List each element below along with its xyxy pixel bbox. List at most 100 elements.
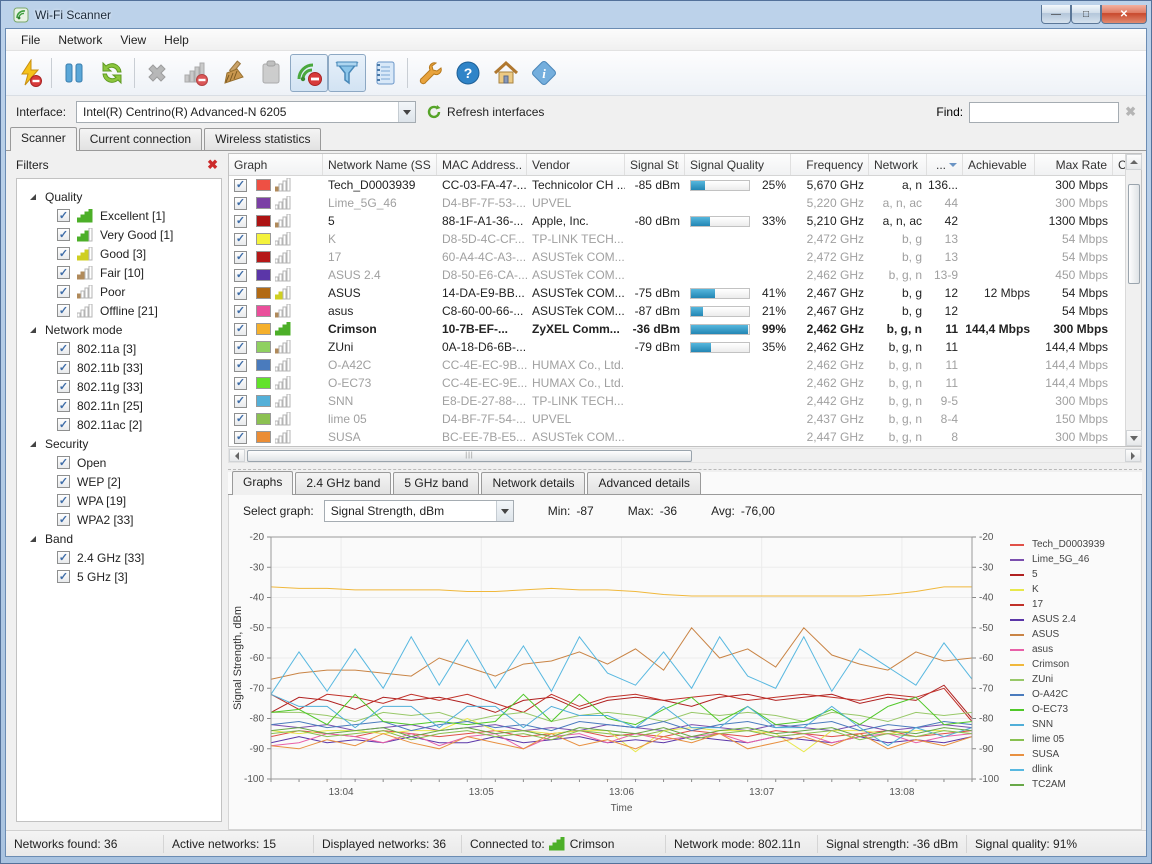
filter-item-wpa2-33-[interactable]: ✓WPA2 [33] — [21, 510, 217, 529]
minimize-button[interactable]: — — [1041, 5, 1071, 24]
tab-scanner[interactable]: Scanner — [10, 127, 77, 151]
filter-group-quality[interactable]: Quality — [21, 187, 217, 206]
checkbox[interactable]: ✓ — [57, 228, 70, 241]
tab-current-connection[interactable]: Current connection — [79, 128, 202, 150]
checkbox[interactable]: ✓ — [57, 570, 70, 583]
row-checkbox[interactable]: ✓ — [234, 233, 247, 246]
table-row-asus-2-4[interactable]: ✓ASUS 2.4D8-50-E6-CA-...ASUSTek COM...2,… — [229, 266, 1125, 284]
checkbox[interactable]: ✓ — [57, 551, 70, 564]
column-header-signal-quality[interactable]: Signal Quality — [685, 154, 791, 175]
legend-item-crimson[interactable]: Crimson — [1004, 657, 1134, 672]
filter-item-802.11g-33-[interactable]: ✓802.11g [33] — [21, 377, 217, 396]
table-row-snn[interactable]: ✓SNNE8-DE-27-88-...TP-LINK TECH...2,442 … — [229, 392, 1125, 410]
legend-item-k[interactable]: K — [1004, 582, 1134, 597]
checkbox[interactable]: ✓ — [57, 342, 70, 355]
chevron-down-icon[interactable] — [496, 501, 513, 521]
table-row-tech-d0003939[interactable]: ✓Tech_D0003939CC-03-FA-47-...Technicolor… — [229, 176, 1125, 194]
row-checkbox[interactable]: ✓ — [234, 431, 247, 444]
checkbox[interactable]: ✓ — [57, 456, 70, 469]
report-icon[interactable] — [366, 54, 404, 92]
column-header-chann-[interactable]: Chann... — [1113, 154, 1125, 175]
checkbox[interactable]: ✓ — [57, 266, 70, 279]
legend-item-lime-05[interactable]: lime 05 — [1004, 732, 1134, 747]
menu-item-network[interactable]: Network — [49, 30, 111, 50]
about-icon[interactable]: i — [525, 54, 563, 92]
table-row-o-ec73[interactable]: ✓O-EC73CC-4E-EC-9E...HUMAX Co., Ltd.2,46… — [229, 374, 1125, 392]
graph-type-select[interactable]: Signal Strength, dBm — [324, 500, 514, 522]
filter-item-2.4-ghz-33-[interactable]: ✓2.4 GHz [33] — [21, 548, 217, 567]
settings-icon[interactable] — [411, 54, 449, 92]
title-bar[interactable]: Wi-Fi Scanner — □ ✕ — [5, 1, 1147, 28]
tab-5-ghz-band[interactable]: 5 GHz band — [393, 472, 479, 494]
row-checkbox[interactable]: ✓ — [234, 287, 247, 300]
row-checkbox[interactable]: ✓ — [234, 413, 247, 426]
legend-item-o-a42c[interactable]: O-A42C — [1004, 687, 1134, 702]
menu-item-help[interactable]: Help — [155, 30, 198, 50]
checkbox[interactable]: ✓ — [57, 513, 70, 526]
legend-item-susa[interactable]: SUSA — [1004, 747, 1134, 762]
legend-item-tech-d0003939[interactable]: Tech_D0003939 — [1004, 537, 1134, 552]
tab-2-4-ghz-band[interactable]: 2.4 GHz band — [295, 472, 391, 494]
expand-triangle-icon[interactable] — [29, 535, 37, 543]
filter-item-excellent-1-[interactable]: ✓Excellent [1] — [21, 206, 217, 225]
table-row-o-a42c[interactable]: ✓O-A42CCC-4E-EC-9B...HUMAX Co., Ltd.2,46… — [229, 356, 1125, 374]
column-header-achievable-[interactable]: Achievable ... — [963, 154, 1035, 175]
table-row-5[interactable]: ✓588-1F-A1-36-...Apple, Inc.-80 dBm33%5,… — [229, 212, 1125, 230]
filter-group-band[interactable]: Band — [21, 529, 217, 548]
legend-item-17[interactable]: 17 — [1004, 597, 1134, 612]
filter-item-wep-2-[interactable]: ✓WEP [2] — [21, 472, 217, 491]
row-checkbox[interactable]: ✓ — [234, 269, 247, 282]
checkbox[interactable]: ✓ — [57, 399, 70, 412]
filter-item-good-3-[interactable]: ✓Good [3] — [21, 244, 217, 263]
scroll-right-icon[interactable] — [1125, 449, 1141, 462]
row-checkbox[interactable]: ✓ — [234, 215, 247, 228]
tab-graphs[interactable]: Graphs — [232, 471, 293, 495]
row-checkbox[interactable]: ✓ — [234, 359, 247, 372]
panel-splitter[interactable] — [228, 463, 1142, 470]
row-checkbox[interactable]: ✓ — [234, 251, 247, 264]
table-row-asus[interactable]: ✓asusC8-60-00-66-...ASUSTek COM...-87 dB… — [229, 302, 1125, 320]
column-header-signal-str-[interactable]: Signal Str... — [625, 154, 685, 175]
help-icon[interactable]: ? — [449, 54, 487, 92]
scroll-down-icon[interactable] — [1126, 430, 1142, 446]
horizontal-scrollbar[interactable]: ||| — [228, 448, 1142, 463]
table-row-asus[interactable]: ✓ASUS14-DA-E9-BB...ASUSTek COM...-75 dBm… — [229, 284, 1125, 302]
clear-find-icon[interactable]: ✖ — [1125, 104, 1136, 120]
column-header-mac-address-[interactable]: MAC Address... — [437, 154, 527, 175]
stop-scan-icon[interactable] — [10, 54, 48, 92]
table-row-susa[interactable]: ✓SUSABC-EE-7B-E5...ASUSTek COM...2,447 G… — [229, 428, 1125, 446]
scroll-left-icon[interactable] — [229, 449, 245, 462]
table-row-crimson[interactable]: ✓Crimson10-7B-EF-...ZyXEL Comm...-36 dBm… — [229, 320, 1125, 338]
row-checkbox[interactable]: ✓ — [234, 323, 247, 336]
close-button[interactable]: ✕ — [1101, 5, 1147, 24]
filter-item-offline-21-[interactable]: ✓Offline [21] — [21, 301, 217, 320]
scroll-up-icon[interactable] — [1126, 154, 1142, 170]
column-header-frequency[interactable]: Frequency — [791, 154, 869, 175]
filter-item-open[interactable]: ✓Open — [21, 453, 217, 472]
vertical-scrollbar[interactable] — [1125, 154, 1141, 446]
row-checkbox[interactable]: ✓ — [234, 197, 247, 210]
filter-item-802.11a-3-[interactable]: ✓802.11a [3] — [21, 339, 217, 358]
filter-item-802.11n-25-[interactable]: ✓802.11n [25] — [21, 396, 217, 415]
find-input[interactable] — [969, 102, 1119, 123]
checkbox[interactable]: ✓ — [57, 361, 70, 374]
checkbox[interactable]: ✓ — [57, 247, 70, 260]
legend-item-asus-2-4[interactable]: ASUS 2.4 — [1004, 612, 1134, 627]
row-checkbox[interactable]: ✓ — [234, 341, 247, 354]
filter-item-wpa-19-[interactable]: ✓WPA [19] — [21, 491, 217, 510]
table-row-lime-5g-46[interactable]: ✓Lime_5G_46D4-BF-7F-53-...UPVEL5,220 GHz… — [229, 194, 1125, 212]
column-header-graph[interactable]: Graph — [229, 154, 323, 175]
legend-item-snn[interactable]: SNN — [1004, 717, 1134, 732]
row-checkbox[interactable]: ✓ — [234, 377, 247, 390]
checkbox[interactable]: ✓ — [57, 285, 70, 298]
filter-item-802.11ac-2-[interactable]: ✓802.11ac [2] — [21, 415, 217, 434]
table-row-lime-05[interactable]: ✓lime 05D4-BF-7F-54-...UPVEL2,437 GHzb, … — [229, 410, 1125, 428]
vertical-scroll-thumb[interactable] — [1128, 184, 1140, 284]
filter-item-fair-10-[interactable]: ✓Fair [10] — [21, 263, 217, 282]
maximize-button[interactable]: □ — [1071, 5, 1101, 24]
legend-item-zuni[interactable]: ZUni — [1004, 672, 1134, 687]
table-row-k[interactable]: ✓KD8-5D-4C-CF...TP-LINK TECH...2,472 GHz… — [229, 230, 1125, 248]
column-header-network-name-ssid-[interactable]: Network Name (SSID) — [323, 154, 437, 175]
column-header-network-[interactable]: Network ... — [869, 154, 927, 175]
menu-item-file[interactable]: File — [12, 30, 49, 50]
